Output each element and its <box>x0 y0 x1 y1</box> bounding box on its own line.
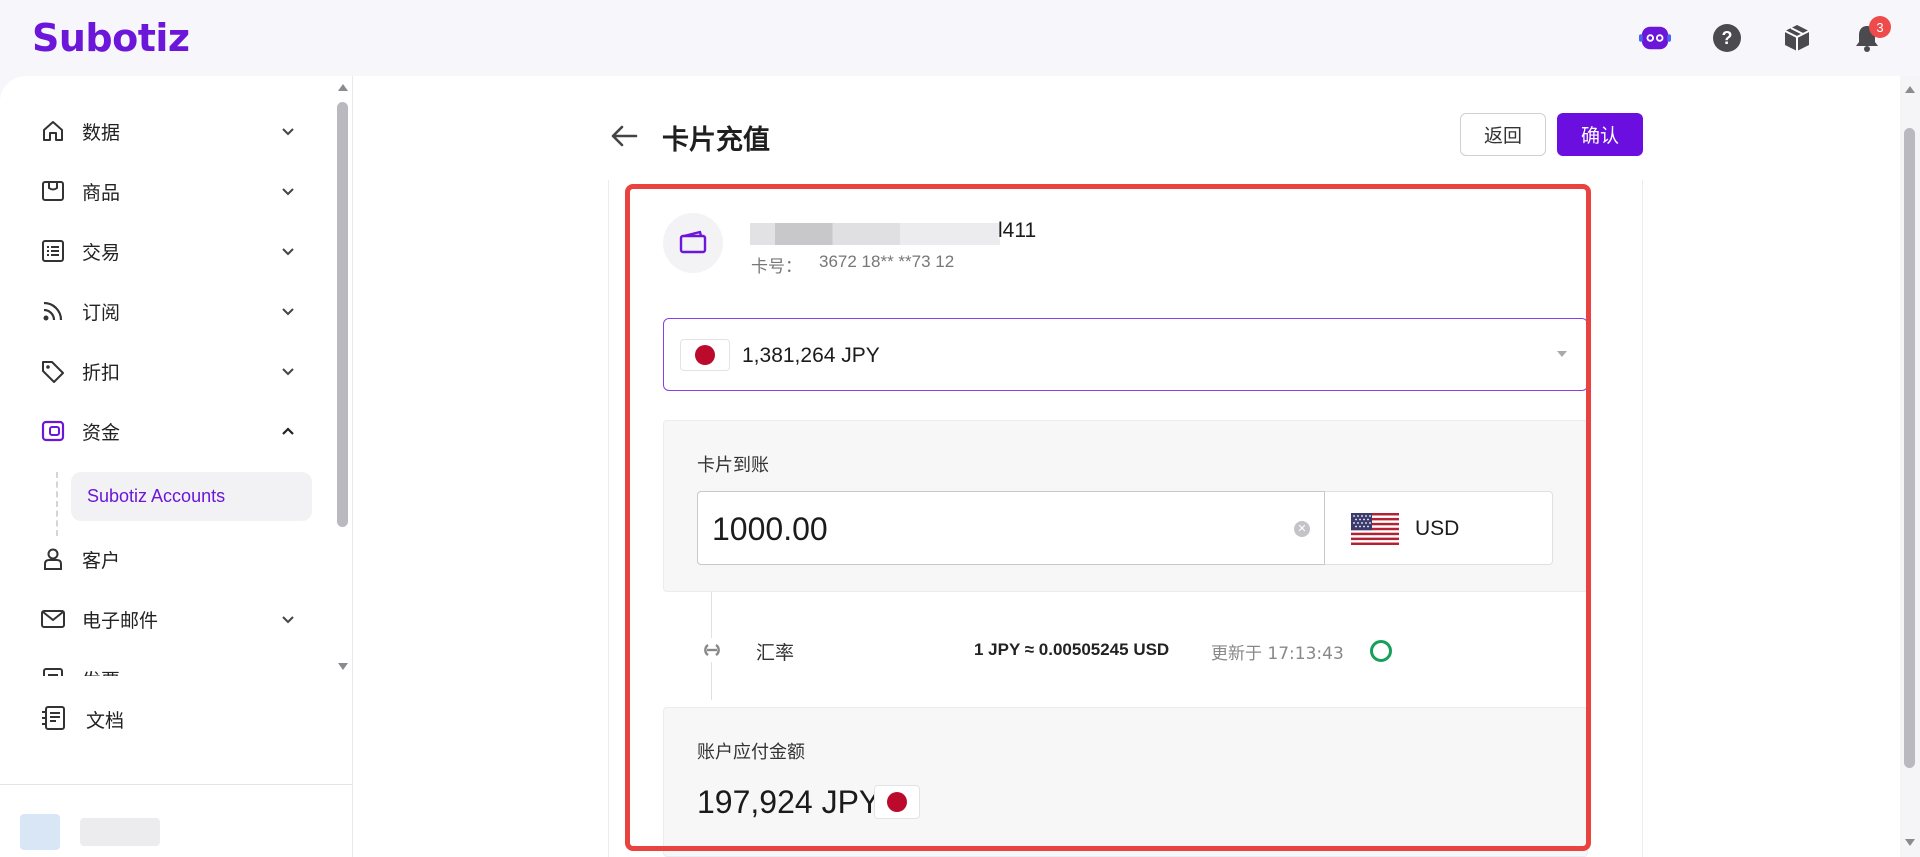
chevron-down-icon <box>280 671 296 676</box>
avatar[interactable] <box>20 814 60 850</box>
sidebar-nav: 数据 商品 交易 订阅 折扣 资金 Subotiz Accounts 客户 电子… <box>0 106 333 676</box>
confirm-button[interactable]: 确认 <box>1557 113 1643 156</box>
sidebar-item-discounts[interactable]: 折扣 <box>0 346 333 396</box>
sidebar-item-email[interactable]: 电子邮件 <box>0 594 333 644</box>
list-icon <box>42 240 64 262</box>
docs-icon <box>42 706 65 730</box>
tag-icon <box>42 361 64 383</box>
app-logo[interactable]: Subotiz <box>32 16 190 60</box>
sidebar-subitem-label: Subotiz Accounts <box>87 486 226 506</box>
submenu-guide-line <box>56 472 58 536</box>
chevron-down-icon <box>282 188 294 196</box>
highlight-annotation <box>625 184 1591 851</box>
sidebar-item-label: 订阅 <box>82 301 121 324</box>
sidebar-divider <box>0 784 352 785</box>
chevron-down-icon <box>282 616 294 624</box>
sidebar-item-customers[interactable]: 客户 <box>0 534 333 584</box>
scroll-up-icon[interactable] <box>337 82 349 92</box>
sidebar-item-invoices[interactable]: 发票 <box>0 654 333 676</box>
home-icon <box>43 121 63 141</box>
sidebar-item-data[interactable]: 数据 <box>0 106 333 156</box>
sidebar-item-label: 客户 <box>82 549 121 572</box>
sidebar-item-products[interactable]: 商品 <box>0 166 333 216</box>
scroll-down-icon[interactable] <box>1904 838 1916 848</box>
back-button[interactable]: 返回 <box>1460 113 1546 156</box>
page-title: 卡片充值 <box>662 125 770 156</box>
assistant-bot-icon[interactable] <box>1639 22 1671 54</box>
sidebar-item-label: 资金 <box>82 421 121 444</box>
help-icon[interactable]: ? <box>1711 22 1743 54</box>
wallet-icon <box>41 420 65 442</box>
main-scrollbar-thumb[interactable] <box>1904 128 1915 768</box>
sidebar-item-label: 商品 <box>82 181 121 204</box>
sidebar-item-subscriptions[interactable]: 订阅 <box>0 286 333 336</box>
chevron-up-icon <box>282 427 294 435</box>
sidebar-scrollbar-thumb[interactable] <box>337 102 348 527</box>
sidebar: 数据 商品 交易 订阅 折扣 资金 Subotiz Accounts 客户 电子… <box>0 76 353 857</box>
store-icon <box>42 181 64 201</box>
sidebar-item-label: 交易 <box>82 241 121 264</box>
sidebar-item-label: 数据 <box>82 121 121 144</box>
rss-icon <box>43 301 63 321</box>
sidebar-item-label: 电子邮件 <box>82 609 159 632</box>
scroll-up-icon[interactable] <box>1904 84 1916 94</box>
chevron-down-icon <box>282 368 294 376</box>
back-arrow-icon[interactable] <box>608 120 640 152</box>
sidebar-item-docs[interactable]: 文档 <box>0 686 352 746</box>
invoice-icon <box>43 668 63 676</box>
chevron-down-icon <box>282 248 294 256</box>
scroll-down-icon[interactable] <box>337 662 349 672</box>
sidebar-item-transactions[interactable]: 交易 <box>0 226 333 276</box>
sidebar-item-label: 发票 <box>82 666 120 677</box>
docs-label: 文档 <box>86 710 125 732</box>
notification-badge: 3 <box>1869 16 1891 38</box>
top-bar: Subotiz ? 3 <box>0 0 1920 76</box>
chevron-down-icon <box>282 128 294 136</box>
notification-bell-icon[interactable]: 3 <box>1851 16 1891 54</box>
package-icon[interactable] <box>1781 22 1813 54</box>
chevron-down-icon <box>282 308 294 316</box>
sidebar-subitem-subotiz-accounts[interactable]: Subotiz Accounts <box>71 472 312 521</box>
sidebar-item-label: 折扣 <box>82 361 121 384</box>
sidebar-scrollbar[interactable] <box>333 76 353 681</box>
sidebar-item-funds[interactable]: 资金 <box>0 406 333 456</box>
main-scrollbar[interactable] <box>1900 76 1920 857</box>
mail-icon <box>41 610 65 628</box>
svg-text:?: ? <box>1722 28 1733 48</box>
user-icon <box>44 548 62 570</box>
user-name-redacted <box>80 818 160 846</box>
